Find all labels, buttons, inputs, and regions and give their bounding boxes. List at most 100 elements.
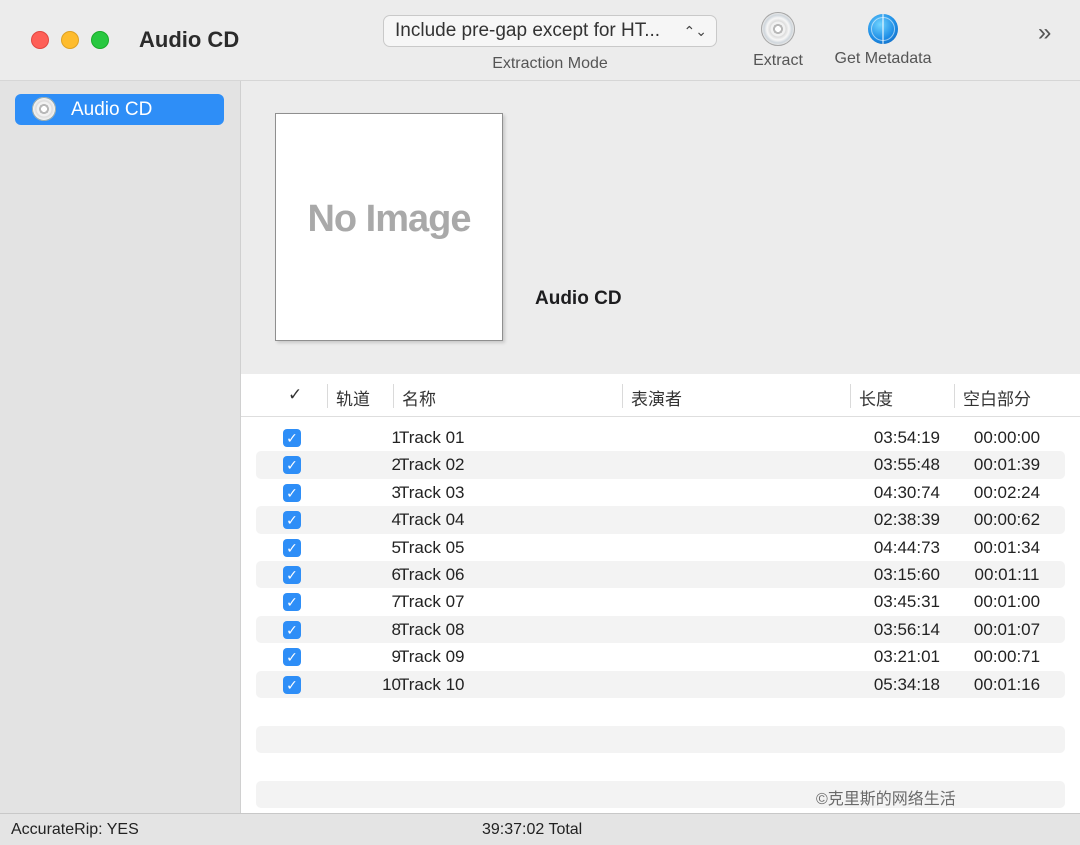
column-separator bbox=[393, 384, 394, 408]
track-name: Track 10 bbox=[399, 674, 465, 694]
track-number: 3 bbox=[391, 482, 401, 502]
track-length: 03:56:14 bbox=[873, 619, 940, 639]
track-rows: ✓ 1 Track 01 03:54:19 00:00:00 ✓ 2 Track… bbox=[256, 424, 1065, 698]
track-number: 1 bbox=[391, 428, 401, 447]
track-checkbox[interactable]: ✓ bbox=[283, 565, 301, 584]
album-artwork[interactable]: No Image bbox=[275, 113, 503, 341]
track-checkbox[interactable]: ✓ bbox=[283, 511, 301, 530]
globe-icon bbox=[868, 14, 898, 44]
track-length: 03:45:31 bbox=[873, 592, 940, 612]
column-separator bbox=[850, 384, 851, 408]
cd-icon bbox=[761, 12, 795, 46]
track-number: 9 bbox=[391, 647, 401, 667]
table-row[interactable]: ✓ 2 Track 02 03:55:48 00:01:39 bbox=[256, 451, 1065, 479]
column-separator bbox=[954, 384, 955, 408]
total-duration: 39:37:02 Total bbox=[482, 821, 583, 838]
table-row[interactable]: ✓ 9 Track 09 03:21:01 00:00:71 bbox=[256, 643, 1065, 670]
get-metadata-button[interactable]: Get Metadata bbox=[824, 12, 942, 68]
track-checkbox[interactable]: ✓ bbox=[283, 538, 301, 557]
artwork-placeholder-text: No Image bbox=[307, 198, 471, 240]
track-number: 7 bbox=[391, 592, 401, 612]
empty-table-row bbox=[256, 726, 1065, 753]
track-name: Track 08 bbox=[399, 619, 465, 639]
album-header: No Image Audio CD bbox=[241, 81, 1080, 374]
track-length: 03:54:19 bbox=[873, 428, 940, 447]
track-number: 5 bbox=[391, 537, 401, 557]
watermark-text: ©克里斯的网络生活 bbox=[816, 791, 956, 808]
track-name: Track 05 bbox=[399, 537, 465, 557]
track-length: 03:15:60 bbox=[873, 564, 940, 584]
window-title: Audio CD bbox=[139, 27, 240, 52]
table-row[interactable]: ✓ 1 Track 01 03:54:19 00:00:00 bbox=[256, 424, 1065, 451]
accuraterip-status: AccurateRip: YES bbox=[11, 821, 139, 838]
track-name: Track 02 bbox=[399, 455, 465, 475]
table-header: ✓ 轨道 名称 表演者 长度 空白部分 bbox=[241, 374, 1080, 417]
sidebar-item-label: Audio CD bbox=[71, 99, 153, 120]
track-checkbox[interactable]: ✓ bbox=[283, 648, 301, 667]
track-pregap: 00:01:39 bbox=[973, 455, 1041, 475]
track-name: Track 09 bbox=[399, 647, 465, 667]
track-name: Track 01 bbox=[399, 428, 465, 447]
track-pregap: 00:01:34 bbox=[973, 537, 1041, 557]
track-checkbox[interactable]: ✓ bbox=[283, 675, 301, 694]
track-length: 03:55:48 bbox=[873, 455, 940, 475]
track-checkbox[interactable]: ✓ bbox=[283, 620, 301, 639]
track-number: 4 bbox=[391, 510, 401, 530]
toolbar-overflow-icon[interactable]: » bbox=[1038, 19, 1051, 47]
track-checkbox[interactable]: ✓ bbox=[283, 483, 301, 502]
track-pregap: 00:01:00 bbox=[973, 592, 1041, 612]
close-window-button[interactable] bbox=[31, 31, 49, 49]
column-header-track[interactable]: 轨道 bbox=[336, 385, 370, 410]
sidebar-item-audio-cd[interactable]: Audio CD bbox=[15, 94, 224, 125]
updown-chevron-icon: ⌃⌄ bbox=[683, 23, 707, 39]
column-header-name[interactable]: 名称 bbox=[402, 385, 436, 410]
track-length: 05:34:18 bbox=[873, 674, 940, 694]
track-pregap: 00:02:24 bbox=[973, 482, 1041, 502]
track-name: Track 06 bbox=[399, 564, 465, 584]
extract-button[interactable]: Extract bbox=[744, 12, 812, 70]
track-checkbox[interactable]: ✓ bbox=[283, 456, 301, 475]
column-header-artist[interactable]: 表演者 bbox=[631, 385, 682, 410]
column-header-pregap[interactable]: 空白部分 bbox=[963, 385, 1031, 410]
track-length: 04:30:74 bbox=[873, 482, 940, 502]
track-length: 04:44:73 bbox=[873, 537, 940, 557]
extraction-mode-label: Extraction Mode bbox=[492, 55, 608, 72]
track-number: 8 bbox=[391, 619, 401, 639]
get-metadata-label: Get Metadata bbox=[834, 50, 932, 67]
track-name: Track 07 bbox=[399, 592, 465, 612]
track-pregap: 00:00:71 bbox=[973, 647, 1041, 667]
track-pregap: 00:00:62 bbox=[973, 510, 1041, 530]
extract-label: Extract bbox=[753, 52, 803, 69]
track-pregap: 00:00:00 bbox=[973, 428, 1041, 447]
track-name: Track 04 bbox=[399, 510, 465, 530]
track-checkbox[interactable]: ✓ bbox=[283, 593, 301, 612]
extraction-mode-select[interactable]: Include pre-gap except for HT... ⌃⌄ bbox=[383, 15, 717, 47]
table-row[interactable]: ✓ 8 Track 08 03:56:14 00:01:07 bbox=[256, 615, 1065, 644]
cd-icon bbox=[32, 97, 56, 121]
track-number: 10 bbox=[382, 674, 401, 694]
table-row[interactable]: ✓ 10 Track 10 05:34:18 00:01:16 bbox=[256, 670, 1065, 698]
table-row[interactable]: ✓ 4 Track 04 02:38:39 00:00:62 bbox=[256, 506, 1065, 534]
column-header-length[interactable]: 长度 bbox=[859, 385, 893, 410]
status-bar: AccurateRip: YES 39:37:02 Total bbox=[0, 813, 1080, 845]
track-pregap: 00:01:07 bbox=[973, 619, 1041, 639]
app-window: Audio CD Include pre-gap except for HT..… bbox=[0, 0, 1080, 845]
track-name: Track 03 bbox=[399, 482, 465, 502]
track-number: 2 bbox=[391, 455, 401, 475]
maximize-window-button[interactable] bbox=[91, 31, 109, 49]
minimize-window-button[interactable] bbox=[61, 31, 79, 49]
table-row[interactable]: ✓ 5 Track 05 04:44:73 00:01:34 bbox=[256, 534, 1065, 561]
extraction-mode-value: Include pre-gap except for HT... bbox=[395, 20, 661, 41]
album-title[interactable]: Audio CD bbox=[535, 288, 622, 310]
toolbar: Audio CD Include pre-gap except for HT..… bbox=[0, 0, 1080, 81]
table-row[interactable]: ✓ 6 Track 06 03:15:60 00:01:11 bbox=[256, 560, 1065, 589]
column-separator bbox=[327, 384, 328, 408]
track-length: 03:21:01 bbox=[873, 647, 940, 667]
table-row[interactable]: ✓ 3 Track 03 04:30:74 00:02:24 bbox=[256, 479, 1065, 506]
track-pregap: 00:01:16 bbox=[973, 674, 1041, 694]
column-separator bbox=[622, 384, 623, 408]
track-length: 02:38:39 bbox=[873, 510, 940, 530]
column-header-check[interactable]: ✓ bbox=[288, 385, 302, 405]
table-row[interactable]: ✓ 7 Track 07 03:45:31 00:01:00 bbox=[256, 588, 1065, 615]
track-checkbox[interactable]: ✓ bbox=[283, 429, 301, 447]
